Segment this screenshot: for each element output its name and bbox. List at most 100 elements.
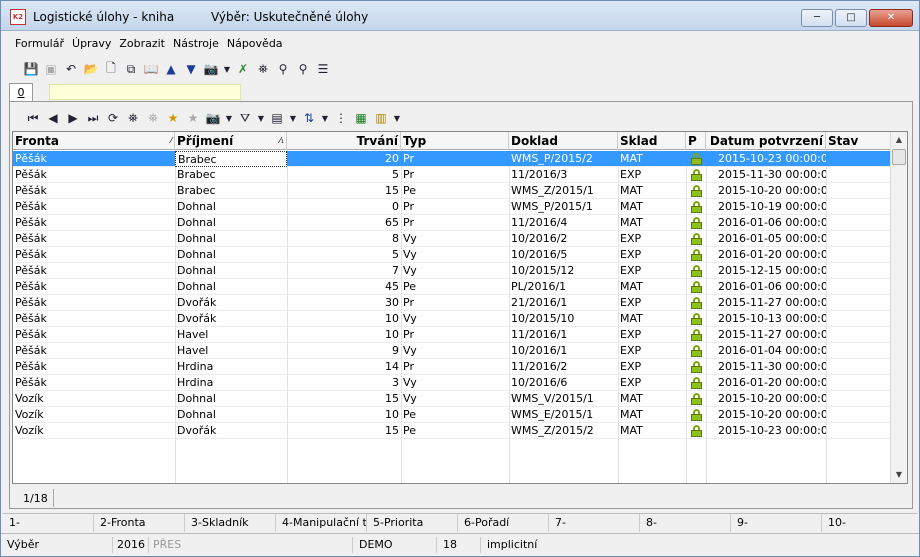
table-row[interactable]: Pěšák Brabec 20 Pr WMS_P/2015/2 MAT 2015-10-23…: [13, 151, 891, 167]
filter-field[interactable]: [49, 84, 241, 100]
table-row[interactable]: Pěšák Hrdina 14 Pr 11/2016/2 EXP 2015-11-30 00…: [13, 359, 891, 375]
tab-0[interactable]: 0: [9, 83, 33, 101]
cell-trvani: 15: [385, 392, 399, 405]
menu-zobrazit[interactable]: Zobrazit: [115, 35, 169, 55]
table-row[interactable]: Pěšák Dohnal 45 Pe PL/2016/1 MAT 2016-01-06 00…: [13, 279, 891, 295]
table-row[interactable]: Vozík Dvořák 15 Pe WMS_Z/2015/2 MAT 2015-10-23…: [13, 423, 891, 439]
arrow-down-icon[interactable]: ▼: [183, 61, 199, 77]
header-datum-potvrzeni[interactable]: Datum potvrzení: [706, 132, 826, 150]
dropdown-arrow-icon[interactable]: ▼: [225, 110, 233, 126]
report-icon[interactable]: ▥: [373, 110, 389, 126]
save-as-icon[interactable]: ▣: [43, 61, 59, 77]
find-replace-icon[interactable]: ⚲: [295, 61, 311, 77]
table-row[interactable]: Pěšák Dvořák 10 Vy 10/2015/10 MAT 2015-10-13 0…: [13, 311, 891, 327]
menu-formular[interactable]: Formulář: [11, 35, 68, 55]
fkey-10[interactable]: 10-: [822, 514, 913, 532]
fkey-5[interactable]: 5-Priorita: [367, 514, 458, 532]
menu-napoveda[interactable]: Nápověda: [223, 35, 287, 55]
fkey-7[interactable]: 7-: [549, 514, 640, 532]
refresh-icon[interactable]: ⟳: [105, 110, 121, 126]
header-typ[interactable]: Typ: [401, 132, 509, 150]
camera-icon[interactable]: 📷: [205, 110, 221, 126]
dropdown-arrow-icon[interactable]: ▼: [223, 61, 231, 77]
fkey-3[interactable]: 3-Skladník: [185, 514, 276, 532]
table-row[interactable]: Pěšák Dvořák 30 Pr 21/2016/1 EXP 2015-11-27 00…: [13, 295, 891, 311]
tree-icon[interactable]: ⋮: [333, 110, 349, 126]
last-record-icon[interactable]: ⏭: [85, 110, 101, 126]
header-stav[interactable]: Stav: [826, 132, 891, 150]
menu-upravy[interactable]: Úpravy: [68, 35, 115, 55]
fkey-4[interactable]: 4-Manipulační technika: [276, 514, 367, 532]
fkey-1[interactable]: 1-: [3, 514, 94, 532]
copy-icon[interactable]: ⧉: [123, 61, 139, 77]
dropdown-arrow-icon[interactable]: ▼: [257, 110, 265, 126]
header-p[interactable]: P: [686, 132, 706, 150]
lock-icon: [691, 185, 702, 197]
filter-icon[interactable]: ⛛: [237, 110, 253, 126]
table-row[interactable]: Vozík Dohnal 10 Pe WMS_E/2015/1 MAT 2015-10-20…: [13, 407, 891, 423]
header-prijmeni[interactable]: Příjmení ⁄₁: [175, 132, 287, 150]
cell-datum-potvrzeni: 2016-01-06 00:00:00: [718, 280, 826, 293]
cell-sklad: MAT: [620, 152, 643, 165]
scroll-down-icon[interactable]: ▼: [891, 467, 907, 483]
cell-typ: Vy: [403, 248, 417, 261]
close-button[interactable]: ✕: [869, 9, 913, 27]
book-icon[interactable]: 📖: [143, 61, 159, 77]
cell-doklad: WMS_P/2015/2: [511, 152, 593, 165]
menu-nastroje[interactable]: Nástroje: [169, 35, 223, 55]
cell-doklad: 11/2016/4: [511, 216, 568, 229]
table-row[interactable]: Pěšák Havel 10 Pr 11/2016/1 EXP 2015-11-27 00:…: [13, 327, 891, 343]
table-row[interactable]: Pěšák Dohnal 5 Vy 10/2016/5 EXP 2016-01-20 00:…: [13, 247, 891, 263]
scroll-thumb[interactable]: [892, 149, 906, 165]
save-icon[interactable]: 💾: [23, 61, 39, 77]
table-row[interactable]: Pěšák Havel 9 Vy 10/2016/1 EXP 2016-01-04 00:0…: [13, 343, 891, 359]
maximize-button[interactable]: □: [835, 9, 867, 27]
undo-icon[interactable]: ↶: [63, 61, 79, 77]
open-folder-icon[interactable]: 📂: [83, 61, 99, 77]
table-row[interactable]: Pěšák Dohnal 0 Pr WMS_P/2015/1 MAT 2015-10-19 …: [13, 199, 891, 215]
cell-prijmeni: Havel: [177, 344, 209, 357]
dropdown-arrow-icon[interactable]: ▼: [393, 110, 401, 126]
dropdown-arrow-icon[interactable]: ▼: [289, 110, 297, 126]
table-row[interactable]: Pěšák Brabec 5 Pr 11/2016/3 EXP 2015-11-30 00:…: [13, 167, 891, 183]
table-row[interactable]: Vozík Dohnal 15 Vy WMS_V/2015/1 MAT 2015-10-20…: [13, 391, 891, 407]
binoculars-icon[interactable]: ⛯: [255, 61, 271, 77]
lock-icon: [691, 265, 702, 277]
menu-lines-icon[interactable]: ☰: [315, 61, 331, 77]
sort-az-icon[interactable]: ⇅: [301, 110, 317, 126]
fkey-9[interactable]: 9-: [731, 514, 822, 532]
title-bar[interactable]: K2 Logistické úlohy - kniha Výběr: Uskut…: [1, 1, 919, 31]
first-record-icon[interactable]: ⏮: [25, 110, 41, 126]
cell-doklad: 11/2016/1: [511, 328, 568, 341]
table-row[interactable]: Pěšák Dohnal 65 Pr 11/2016/4 MAT 2016-01-06 00…: [13, 215, 891, 231]
table-row[interactable]: Pěšák Hrdina 3 Vy 10/2016/6 EXP 2016-01-20 00:…: [13, 375, 891, 391]
table-row[interactable]: Pěšák Dohnal 7 Vy 10/2015/12 EXP 2015-12-15 00…: [13, 263, 891, 279]
table-row[interactable]: Pěšák Dohnal 8 Vy 10/2016/2 EXP 2016-01-05 00:…: [13, 231, 891, 247]
cell-sklad: MAT: [620, 216, 643, 229]
mark-star-icon[interactable]: ★: [165, 110, 181, 126]
dropdown-arrow-icon[interactable]: ▼: [321, 110, 329, 126]
header-doklad[interactable]: Doklad: [509, 132, 618, 150]
fkey-6[interactable]: 6-Pořadí: [458, 514, 549, 532]
columns-icon[interactable]: ▤: [269, 110, 285, 126]
arrow-up-icon[interactable]: ▲: [163, 61, 179, 77]
excel-icon[interactable]: ▦: [353, 110, 369, 126]
vertical-scrollbar[interactable]: ▲ ▼: [890, 132, 907, 483]
search-binoculars-icon[interactable]: ⛯: [125, 110, 141, 126]
find-next-icon[interactable]: ⚲: [275, 61, 291, 77]
header-sklad[interactable]: Sklad: [618, 132, 686, 150]
fkey-8[interactable]: 8-: [640, 514, 731, 532]
header-trvani[interactable]: Trvání: [287, 132, 401, 150]
new-document-icon[interactable]: 🗋: [103, 61, 119, 77]
table-row[interactable]: Pěšák Brabec 15 Pe WMS_Z/2015/1 MAT 2015-10-20…: [13, 183, 891, 199]
camera-icon[interactable]: 📷: [203, 61, 219, 77]
main-toolbar: 💾 ▣ ↶ 📂 🗋 ⧉ 📖 ▲ ▼ 📷 ▼ ✗ ⛯ ⚲ ⚲ ☰: [23, 58, 331, 80]
header-fronta[interactable]: Fronta ⁄: [13, 132, 175, 150]
minimize-button[interactable]: ─: [801, 9, 833, 27]
filter-green-icon[interactable]: ✗: [235, 61, 251, 77]
scroll-up-icon[interactable]: ▲: [891, 132, 907, 148]
next-record-icon[interactable]: ▶: [65, 110, 81, 126]
fkey-2[interactable]: 2-Fronta: [94, 514, 185, 532]
cell-datum-potvrzeni: 2016-01-20 00:00:00: [718, 376, 826, 389]
prev-record-icon[interactable]: ◀: [45, 110, 61, 126]
